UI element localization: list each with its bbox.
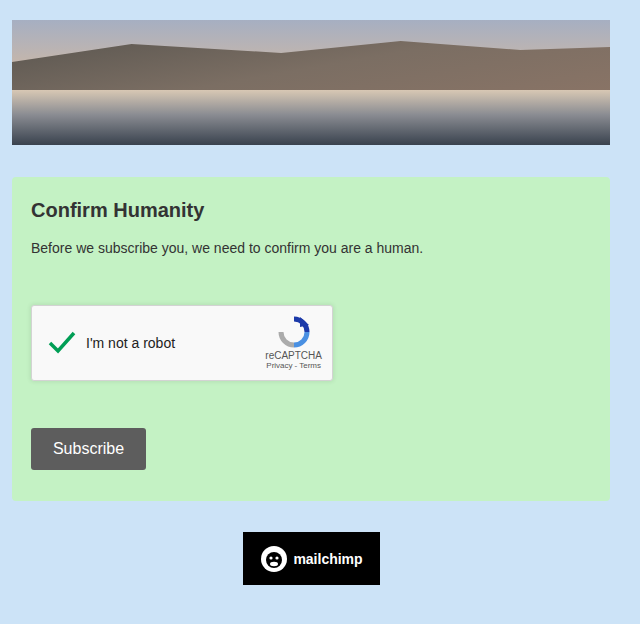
links-separator: - — [295, 361, 298, 370]
banner-town — [12, 90, 610, 145]
confirm-card: Confirm Humanity Before we subscribe you,… — [12, 177, 610, 501]
terms-link[interactable]: Terms — [299, 361, 321, 370]
page: Confirm Humanity Before we subscribe you,… — [0, 0, 640, 624]
content: Confirm Humanity Before we subscribe you,… — [12, 20, 610, 585]
recaptcha-checkbox[interactable] — [46, 327, 78, 359]
footer: mailchimp — [12, 532, 610, 585]
subscribe-button[interactable]: Subscribe — [31, 428, 146, 470]
recaptcha-logo-icon — [278, 316, 310, 348]
mailchimp-logo: mailchimp — [293, 551, 362, 567]
recaptcha-name: reCAPTCHA — [265, 350, 322, 361]
recaptcha-widget[interactable]: I'm not a robotreCAPTCHAPrivacy-Terms — [31, 305, 333, 381]
privacy-link[interactable]: Privacy — [266, 361, 292, 370]
checkmark-icon — [47, 328, 77, 358]
banner-mountains — [12, 38, 610, 98]
chimp-icon — [259, 544, 289, 574]
banner-photo — [12, 20, 610, 145]
recaptcha-label: I'm not a robot — [86, 335, 265, 351]
mailchimp-badge[interactable]: mailchimp — [243, 532, 380, 585]
card-title: Confirm Humanity — [31, 197, 591, 223]
recaptcha-brand: reCAPTCHAPrivacy-Terms — [265, 316, 322, 370]
recaptcha-links: Privacy-Terms — [266, 361, 321, 370]
card-message: Before we subscribe you, we need to conf… — [31, 239, 591, 257]
